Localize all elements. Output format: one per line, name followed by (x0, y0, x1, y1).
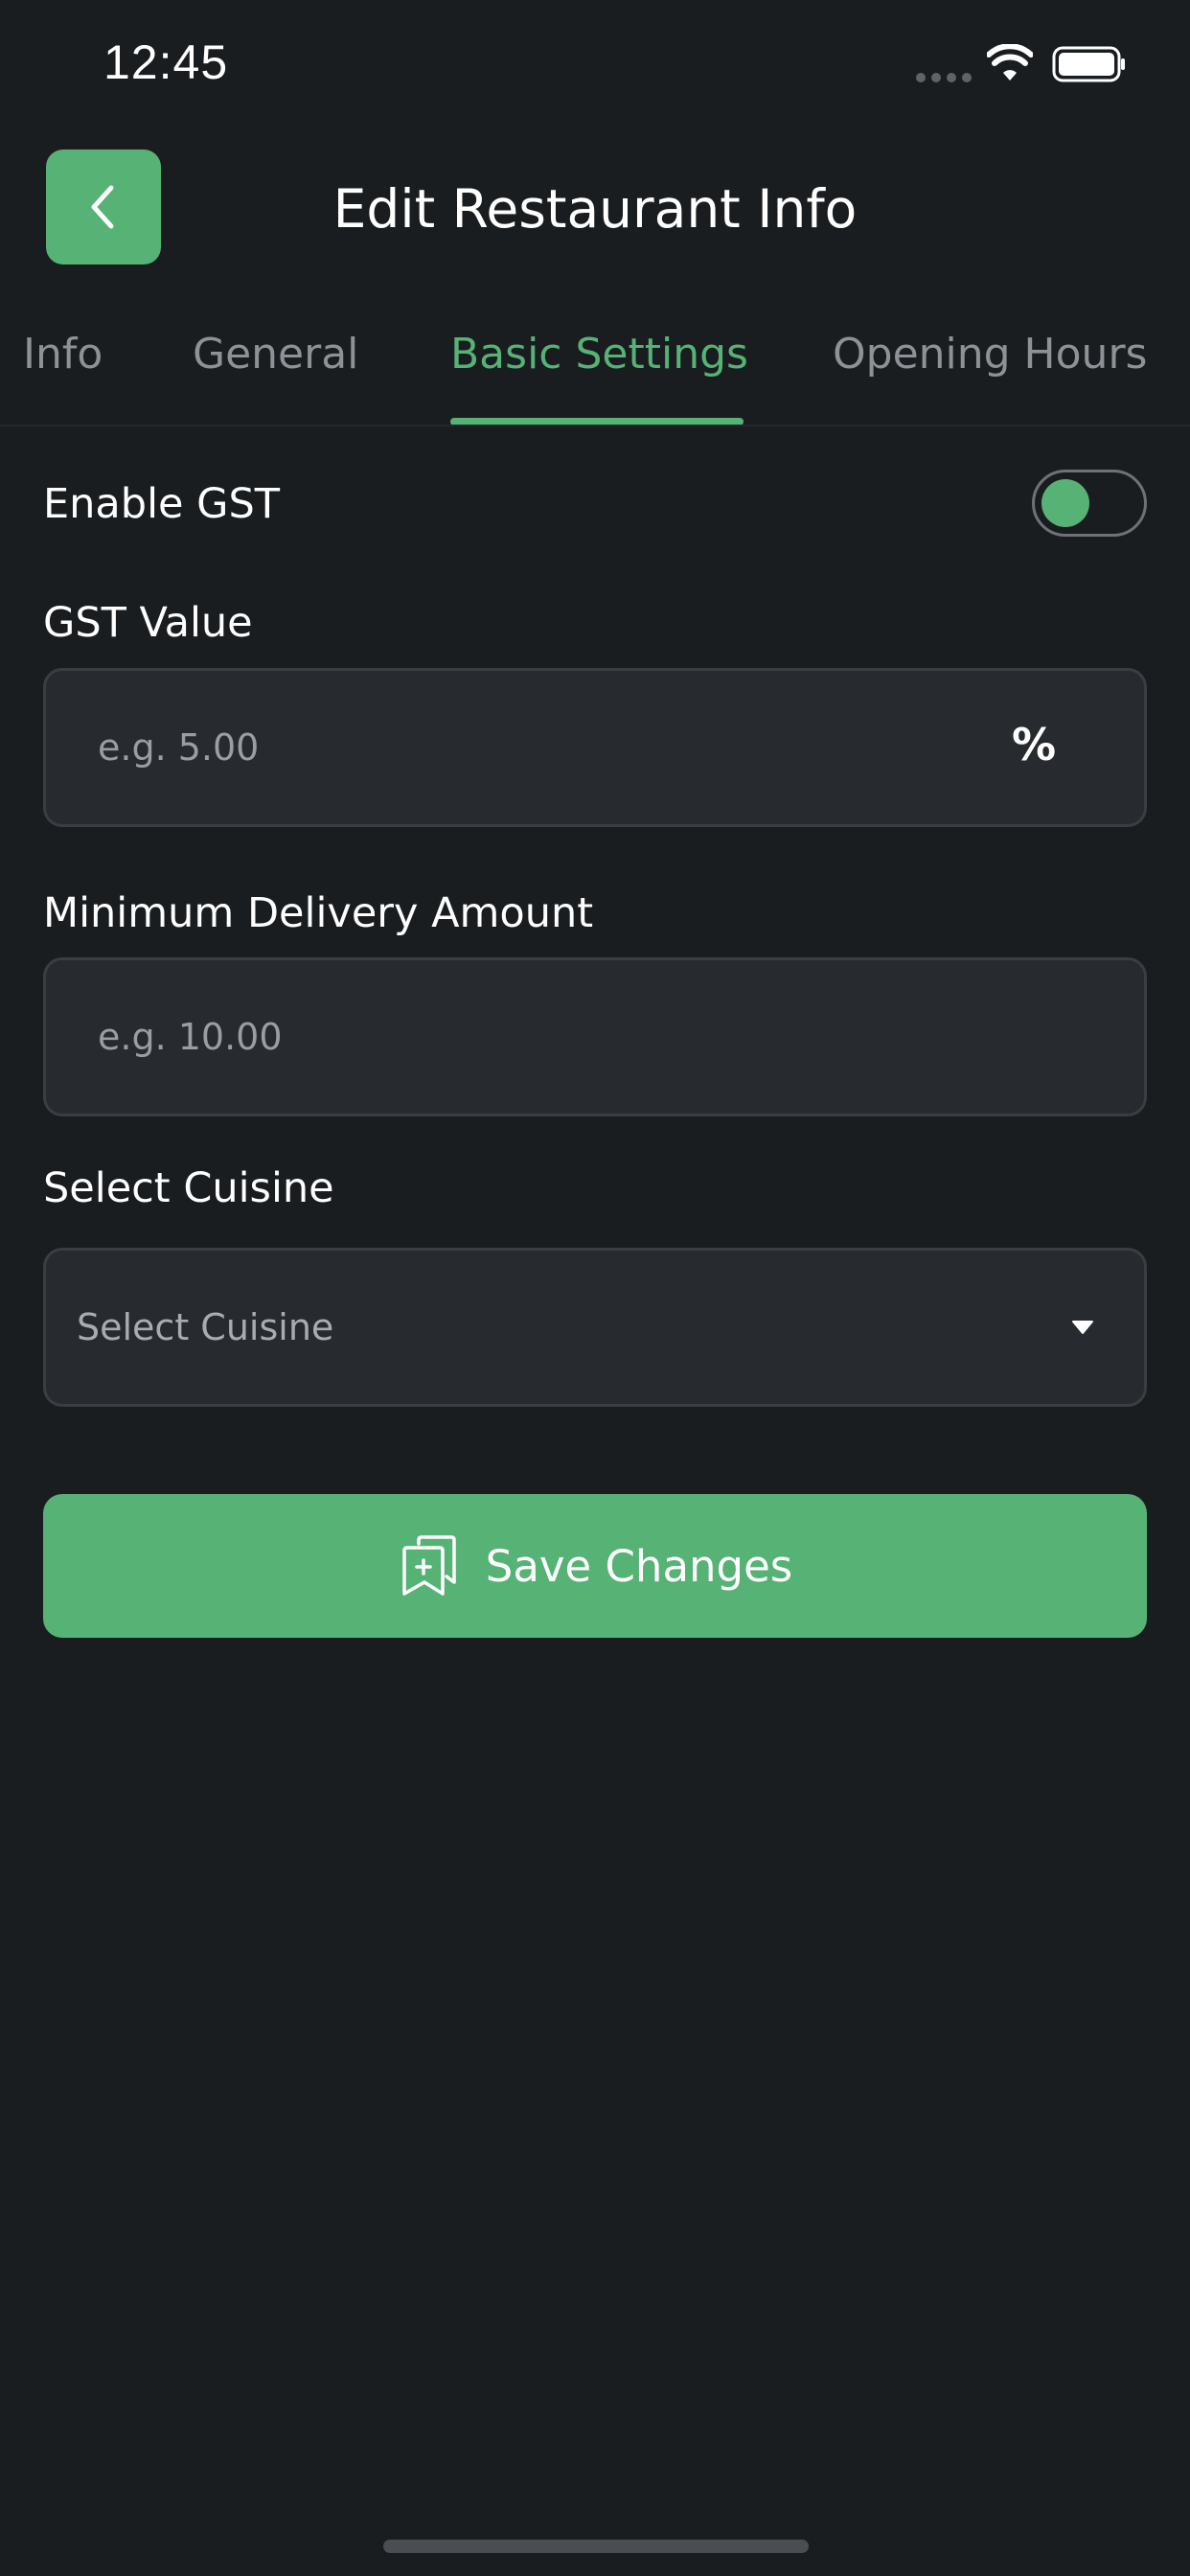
chevron-left-icon (91, 185, 114, 229)
save-changes-label: Save Changes (485, 1540, 793, 1592)
gst-value-field: % (43, 668, 1147, 827)
chevron-down-icon (1072, 1321, 1093, 1334)
min-delivery-field (43, 957, 1147, 1116)
percent-unit-label: % (1012, 719, 1057, 770)
tab-opening-hours[interactable]: Opening Hours (833, 328, 1147, 381)
enable-gst-label: Enable GST (43, 480, 281, 528)
tab-general[interactable]: General (193, 328, 358, 381)
signal-icon (916, 73, 972, 82)
enable-gst-toggle[interactable] (1032, 470, 1147, 537)
tab-info[interactable]: Info (23, 328, 103, 381)
home-indicator (383, 2540, 809, 2553)
status-time: 12:45 (103, 35, 229, 89)
min-delivery-label: Minimum Delivery Amount (43, 889, 594, 937)
tab-bar: Info General Basic Settings Opening Hour… (0, 307, 1190, 426)
gst-value-label: GST Value (43, 599, 253, 647)
tabs-divider (0, 425, 1190, 426)
bookmark-add-icon (402, 1535, 456, 1596)
page-title: Edit Restaurant Info (332, 178, 858, 240)
gst-value-input[interactable] (98, 671, 960, 824)
back-button[interactable] (46, 150, 161, 264)
status-bar: 12:45 (0, 0, 1190, 134)
cuisine-label: Select Cuisine (43, 1164, 334, 1212)
tab-basic-settings[interactable]: Basic Settings (450, 328, 748, 381)
min-delivery-input[interactable] (98, 960, 960, 1114)
cuisine-select[interactable]: Select Cuisine (43, 1248, 1147, 1407)
wifi-icon (987, 44, 1033, 80)
battery-icon (1052, 46, 1125, 82)
save-changes-button[interactable]: Save Changes (43, 1494, 1147, 1638)
toggle-knob (1041, 479, 1089, 527)
cuisine-select-value: Select Cuisine (77, 1306, 334, 1348)
screen: 12:45 Edit Restaurant Info Info General … (0, 0, 1190, 2576)
